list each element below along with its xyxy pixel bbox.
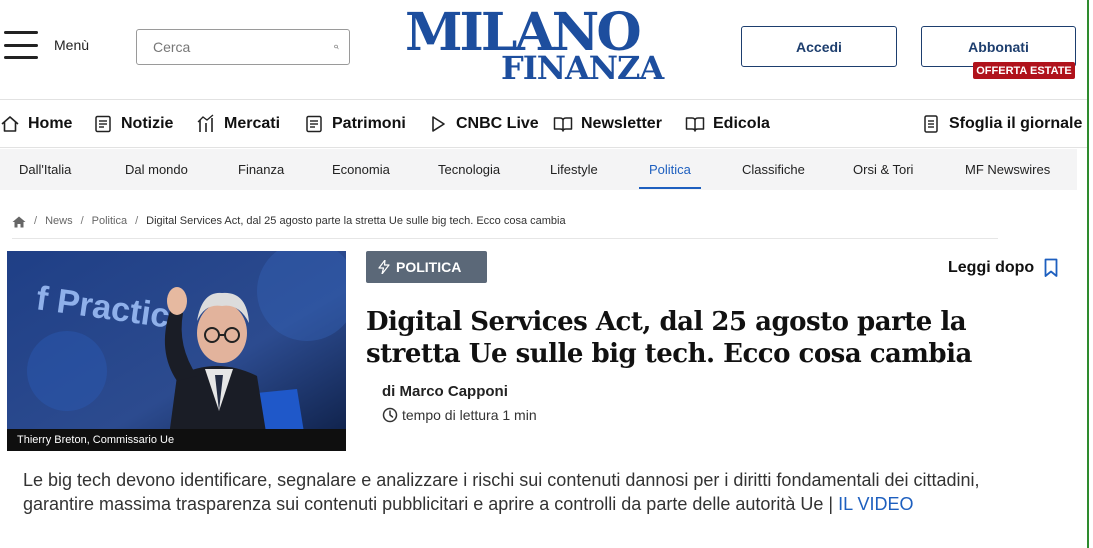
- lightning-icon: [378, 260, 390, 274]
- home-icon[interactable]: [12, 216, 26, 228]
- summary-text: Le big tech devono identificare, segnala…: [23, 470, 980, 514]
- nav-item-edicola[interactable]: Edicola: [685, 112, 770, 136]
- book-icon: [685, 117, 705, 132]
- bookmark-icon: [1044, 258, 1058, 277]
- nav-item-home[interactable]: Home: [0, 112, 72, 136]
- home-icon: [1, 116, 19, 132]
- nav-item-patrimoni[interactable]: Patrimoni: [304, 112, 406, 136]
- nav-item-cnbc-live[interactable]: CNBC Live: [428, 112, 539, 136]
- site-logo[interactable]: MILANO FINANZA: [405, 4, 664, 87]
- category-tag-label: POLITICA: [396, 259, 462, 275]
- section-item-politica[interactable]: Politica: [649, 162, 691, 177]
- login-button[interactable]: Accedi: [741, 26, 897, 67]
- section-item-dal-mondo[interactable]: Dal mondo: [125, 162, 188, 177]
- category-tag[interactable]: POLITICA: [366, 251, 487, 283]
- reading-time-label: tempo di lettura 1 min: [402, 407, 537, 423]
- author-link[interactable]: Marco Capponi: [400, 383, 508, 400]
- nav-label: Mercati: [224, 115, 281, 132]
- clock-icon: [382, 407, 398, 423]
- logo-line-2: FINANZA: [501, 49, 664, 87]
- scrollbar-edge: [1087, 0, 1093, 548]
- author-prefix: di: [382, 383, 396, 400]
- offer-badge: OFFERTA ESTATE: [973, 62, 1075, 79]
- video-link[interactable]: IL VIDEO: [838, 494, 913, 514]
- section-nav: Dall'Italia Dal mondo Finanza Economia T…: [0, 149, 1077, 190]
- nav-item-newsletter[interactable]: Newsletter: [553, 112, 662, 136]
- section-item-classifiche[interactable]: Classifiche: [742, 162, 805, 177]
- nav-item-mercati[interactable]: Mercati: [196, 112, 280, 136]
- breadcrumb: / News / Politica / Digital Services Act…: [12, 215, 998, 239]
- search-input[interactable]: [153, 39, 334, 55]
- breadcrumb-politica[interactable]: Politica: [92, 215, 127, 227]
- breadcrumb-news[interactable]: News: [45, 215, 73, 227]
- sfoglia-label: Sfoglia il giornale: [949, 115, 1083, 132]
- search-icon[interactable]: [334, 37, 339, 57]
- section-item-dall-italia[interactable]: Dall'Italia: [19, 162, 71, 177]
- read-later-button[interactable]: Leggi dopo: [948, 258, 1058, 278]
- hero-photo: f Practic: [7, 251, 346, 451]
- markets-icon: [197, 114, 214, 132]
- section-item-mf-newswires[interactable]: MF Newswires: [965, 162, 1050, 177]
- nav-label: Home: [28, 115, 73, 132]
- section-item-lifestyle[interactable]: Lifestyle: [550, 162, 598, 177]
- site-header: Menù MILANO FINANZA Accedi Abbonati OFFE…: [0, 0, 1087, 100]
- book-icon: [553, 117, 573, 132]
- article-summary: Le big tech devono identificare, segnala…: [23, 468, 1023, 516]
- search-box[interactable]: [136, 29, 350, 65]
- reading-time: tempo di lettura 1 min: [382, 407, 537, 423]
- breadcrumb-separator: /: [135, 215, 139, 227]
- section-item-tecnologia[interactable]: Tecnologia: [438, 162, 500, 177]
- main-nav: Home Notizie Mercati Patrimoni CNBC Live…: [0, 100, 1087, 148]
- nav-label: Newsletter: [581, 115, 662, 132]
- nav-label: Edicola: [713, 115, 770, 132]
- article-hero-image[interactable]: f Practic Thierry Breton, Commissario Ue: [7, 251, 346, 451]
- subscribe-button[interactable]: Abbonati: [921, 26, 1076, 67]
- breadcrumb-separator: /: [34, 215, 38, 227]
- breadcrumb-separator: /: [80, 215, 84, 227]
- nav-label: Patrimoni: [332, 115, 406, 132]
- menu-label: Menù: [54, 37, 90, 53]
- news-icon: [95, 115, 111, 133]
- active-section-indicator: [639, 187, 701, 189]
- section-item-economia[interactable]: Economia: [332, 162, 390, 177]
- play-icon: [432, 116, 445, 132]
- nav-item-notizie[interactable]: Notizie: [93, 112, 173, 136]
- image-caption: Thierry Breton, Commissario Ue: [7, 429, 346, 451]
- nav-label: CNBC Live: [456, 115, 539, 132]
- article-title: Digital Services Act, dal 25 agosto part…: [366, 307, 972, 369]
- section-item-finanza[interactable]: Finanza: [238, 162, 284, 177]
- article-byline: di Marco Capponi: [382, 383, 508, 400]
- patrimoni-icon: [306, 115, 322, 133]
- read-later-label: Leggi dopo: [948, 259, 1035, 276]
- section-item-orsi-tori[interactable]: Orsi & Tori: [853, 162, 913, 177]
- breadcrumb-current: Digital Services Act, dal 25 agosto part…: [146, 215, 566, 227]
- sfoglia-giornale-link[interactable]: Sfoglia il giornale: [921, 112, 1082, 136]
- menu-button[interactable]: Menù: [4, 31, 89, 59]
- document-icon: [924, 115, 938, 133]
- nav-label: Notizie: [121, 115, 174, 132]
- hamburger-icon: [4, 31, 38, 59]
